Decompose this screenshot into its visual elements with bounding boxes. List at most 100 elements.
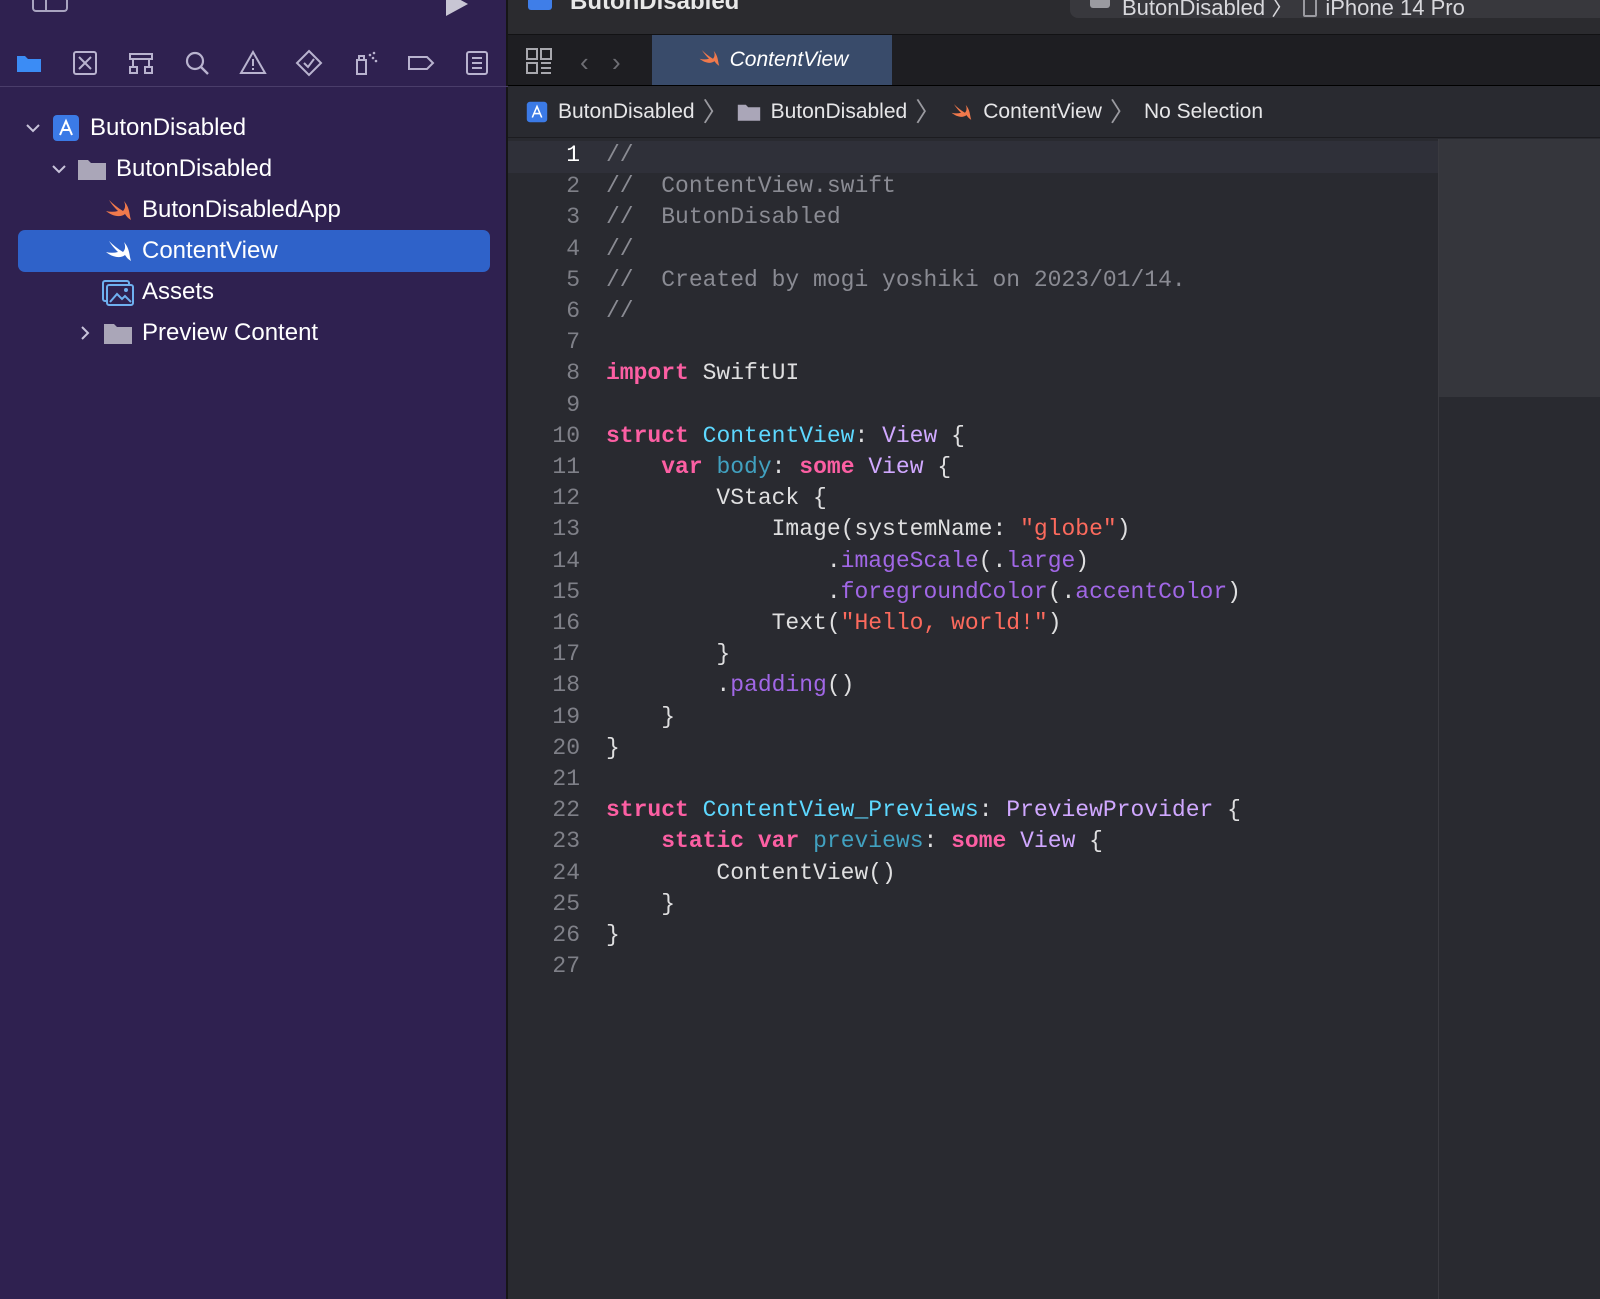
code-editor[interactable]: 1 // 2 // ContentView.swift 3 // ButonDisable… (508, 139, 1438, 1299)
line-number: 12 (552, 485, 580, 512)
code-line: struct ContentView_Previews: PreviewProv… (606, 797, 1241, 823)
code-token: some (951, 828, 1007, 855)
tree-item-group[interactable]: Preview Content (76, 312, 318, 354)
swift-file-icon (102, 237, 134, 265)
forward-arrow-icon[interactable]: › (612, 47, 621, 78)
code-token: // ButonDisabled (606, 204, 841, 231)
jumpbar-group[interactable]: ButonDisabled (737, 99, 908, 124)
code-token: PreviewProvider (1006, 797, 1214, 824)
line-number: 25 (552, 890, 580, 917)
line-number: 22 (552, 797, 580, 824)
code-token: { (923, 454, 952, 480)
back-arrow-icon[interactable]: ‹ (580, 47, 589, 78)
line-number: 7 (566, 329, 580, 356)
code-token: static (661, 828, 745, 855)
code-token: padding (730, 672, 827, 699)
code-line: .imageScale(.large) (606, 548, 1089, 574)
line-number: 2 (566, 173, 580, 200)
code-line: // ContentView.swift (606, 173, 896, 199)
source-control-icon[interactable] (68, 46, 102, 80)
line-number: 15 (552, 578, 580, 605)
symbol-hierarchy-icon[interactable] (124, 46, 158, 80)
test-diamond-icon[interactable] (292, 46, 326, 80)
jumpbar-file[interactable]: ContentView (949, 100, 1102, 124)
code-line: } (606, 922, 620, 948)
tab-contentview[interactable]: ContentView (652, 35, 892, 85)
tree-item-file-selected[interactable]: ContentView (102, 230, 278, 272)
code-token: // ContentView.swift (606, 173, 896, 200)
scheme-selector[interactable]: ButonDisabled 〉 iPhone 14 Pro (1070, 0, 1600, 20)
line-number: 14 (552, 547, 580, 574)
code-token: () (826, 672, 855, 699)
debug-spray-icon[interactable] (348, 46, 382, 80)
line-number: 21 (552, 766, 580, 792)
code-line: import SwiftUI (606, 360, 799, 386)
chevron-right-icon[interactable] (76, 324, 94, 342)
code-token: previews (813, 828, 924, 855)
sidebar-toggle-icon[interactable] (32, 0, 68, 12)
run-button[interactable] (446, 0, 468, 16)
jumpbar-label: ContentView (983, 99, 1102, 123)
code-line: static var previews: some View { (606, 828, 1103, 854)
tree-item-assets[interactable]: Assets (102, 271, 214, 313)
code-token: var (661, 454, 703, 480)
folder-icon[interactable] (12, 46, 46, 80)
chevron-right-icon: 〉 (702, 96, 729, 127)
code-line: ContentView() (606, 860, 895, 886)
swift-file-icon (696, 47, 722, 74)
jumpbar-label: No Selection (1143, 99, 1264, 123)
minimap-viewport[interactable] (1439, 139, 1600, 397)
breakpoint-icon[interactable] (404, 46, 438, 80)
scheme-separator: 〉 (1271, 0, 1294, 20)
code-line: // (606, 236, 634, 262)
code-line: // (606, 298, 634, 324)
tree-item-label: Assets (142, 278, 215, 305)
jumpbar-project[interactable]: ButonDisabled (526, 100, 695, 124)
chevron-right-icon: 〉 (1109, 96, 1136, 127)
code-line: } (606, 891, 675, 917)
report-icon[interactable] (460, 46, 494, 80)
code-token: "Hello, world!" (840, 610, 1048, 636)
chevron-down-icon[interactable] (50, 160, 68, 178)
warning-icon[interactable] (236, 46, 270, 80)
code-token: : (771, 454, 800, 480)
code-line: Text("Hello, world!") (606, 610, 1062, 636)
search-icon[interactable] (180, 46, 214, 80)
code-token: body (716, 454, 772, 480)
jumpbar-label: ButonDisabled (558, 99, 695, 123)
jump-bar: ButonDisabled 〉 ButonDisabled 〉 ContentV… (508, 86, 1600, 138)
scheme-label: ButonDisabled 〉 iPhone 14 Pro (1122, 0, 1465, 22)
folder-icon (76, 155, 108, 183)
code-token: // Created by mogi yoshiki on 2023/01/14… (606, 266, 1186, 293)
line-number: 27 (552, 953, 580, 980)
tree-item-group[interactable]: ButonDisabled (50, 148, 272, 190)
code-token: foregroundColor (840, 578, 1048, 605)
swift-file-icon (102, 196, 134, 224)
project-icon (528, 0, 552, 10)
code-token: ) (1227, 578, 1241, 605)
jumpbar-label: ButonDisabled (770, 99, 908, 123)
code-line: .foregroundColor(.accentColor) (606, 579, 1241, 605)
code-token: (. (978, 547, 1007, 574)
destination-name[interactable]: iPhone 14 Pro (1325, 0, 1464, 20)
tree-item-project[interactable]: ButonDisabled (24, 107, 246, 149)
chevron-down-icon[interactable] (24, 119, 42, 137)
jumpbar-symbol[interactable]: No Selection (1144, 100, 1263, 124)
tree-item-file[interactable]: ButonDisabledApp (102, 189, 341, 231)
related-items-grid-icon[interactable] (526, 48, 552, 74)
code-token: ContentView (702, 422, 855, 449)
code-token: : (978, 797, 1007, 824)
project-icon (50, 114, 82, 142)
line-number: 8 (566, 360, 580, 387)
project-icon (526, 101, 548, 123)
window-title: ButonDisabled (570, 0, 740, 15)
window-toolbar: ButonDisabled ButonDisabled 〉 iPhone 14 … (508, 0, 1600, 36)
line-number: 24 (552, 859, 580, 886)
